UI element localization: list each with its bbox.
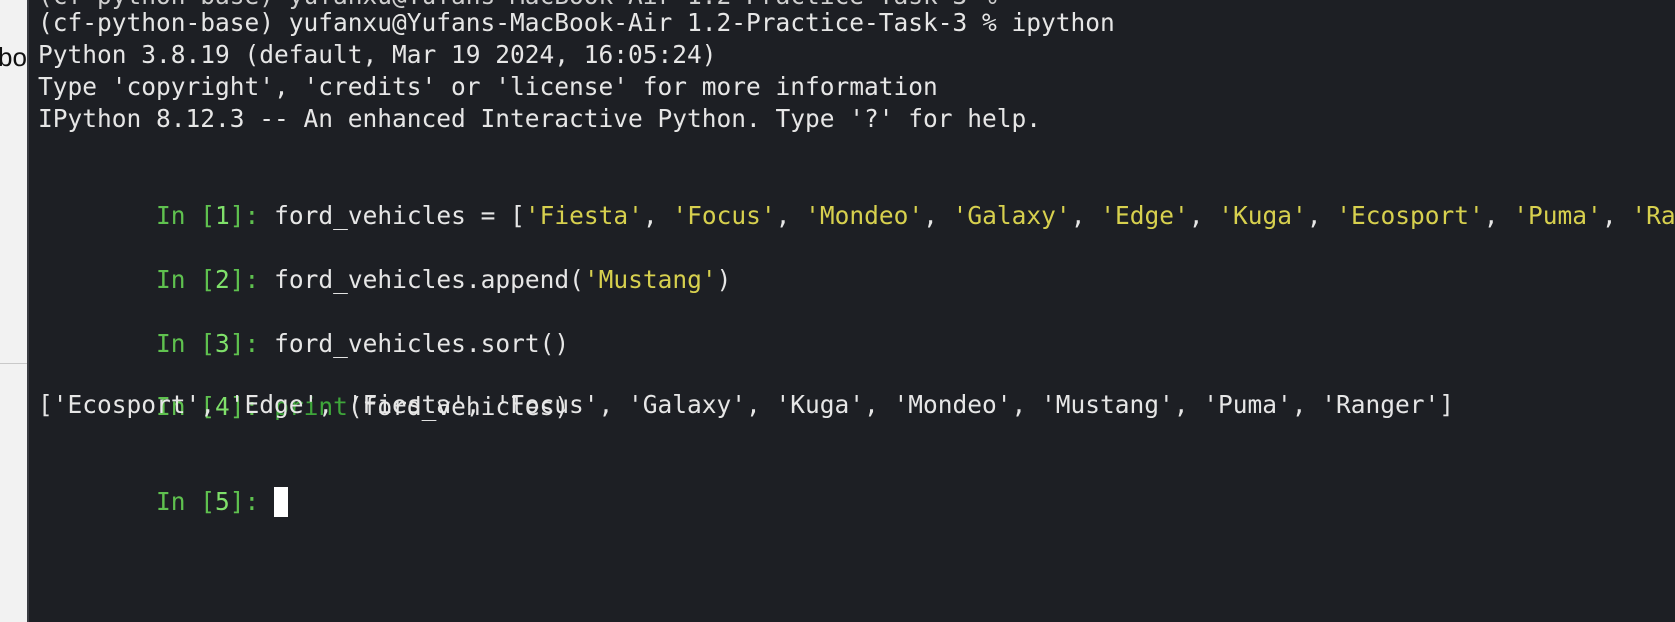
- code-text: ford_vehicles.append(: [274, 265, 584, 294]
- separator: ,: [1483, 201, 1514, 230]
- prompt-suffix: ]:: [229, 265, 275, 294]
- prompt-number: 3: [215, 329, 230, 358]
- input-line-2: In [2]: ford_vehicles.append('Mustang'): [38, 229, 731, 294]
- string-literal: 'Galaxy': [952, 201, 1071, 230]
- banner-line-copyright: Type 'copyright', 'credits' or 'license'…: [38, 72, 938, 101]
- code-text: ): [716, 265, 732, 294]
- separator: ,: [1070, 201, 1101, 230]
- terminal-window[interactable]: (cf-python-base) yufanxu@Yufans-MacBook-…: [27, 0, 1675, 622]
- prompt-number: 2: [215, 265, 230, 294]
- string-literal: 'Edge': [1100, 201, 1189, 230]
- string-literal: 'Puma': [1513, 201, 1602, 230]
- shell-command-line: (cf-python-base) yufanxu@Yufans-MacBook-…: [38, 8, 1115, 37]
- separator: ,: [1601, 201, 1632, 230]
- input-line-5[interactable]: In [5]:: [38, 451, 289, 517]
- code-text: ford_vehicles = [: [274, 201, 525, 230]
- text-cursor[interactable]: [274, 486, 289, 517]
- screen: boo (cf-python-base) yufanxu@Yufans-MacB…: [0, 0, 1675, 622]
- input-line-1: In [1]: ford_vehicles = ['Fiesta', 'Focu…: [38, 165, 1675, 230]
- background-divider: [0, 363, 27, 364]
- prompt-suffix: ]:: [229, 329, 275, 358]
- prompt-prefix: In [: [156, 201, 216, 230]
- prompt-number: 5: [215, 487, 230, 516]
- string-literal: 'Mustang': [583, 265, 717, 294]
- banner-line-python-version: Python 3.8.19 (default, Mar 19 2024, 16:…: [38, 40, 717, 69]
- string-literal: 'Ranger': [1631, 201, 1675, 230]
- string-literal: 'Focus': [672, 201, 776, 230]
- prompt-suffix: ]:: [229, 201, 275, 230]
- banner-line-ipython-version: IPython 8.12.3 -- An enhanced Interactiv…: [38, 104, 1042, 133]
- output-line-4: ['Ecosport', 'Edge', 'Fiesta', 'Focus', …: [38, 390, 1455, 419]
- background-app-text: boo: [0, 42, 27, 72]
- input-line-3: In [3]: ford_vehicles.sort(): [38, 293, 569, 358]
- prompt-suffix: ]:: [229, 487, 275, 516]
- string-literal: 'Mondeo': [805, 201, 924, 230]
- string-literal: 'Kuga': [1218, 201, 1307, 230]
- string-literal: 'Ecosport': [1336, 201, 1484, 230]
- separator: ,: [1188, 201, 1219, 230]
- background-app-window: boo: [0, 0, 27, 622]
- prompt-prefix: In [: [156, 265, 216, 294]
- input-line-4: In [4]: print(ford_vehicles): [38, 356, 569, 421]
- prompt-prefix: In [: [156, 329, 216, 358]
- separator: ,: [642, 201, 673, 230]
- prompt-prefix: In [: [156, 487, 216, 516]
- prompt-number: 1: [215, 201, 230, 230]
- separator: ,: [775, 201, 806, 230]
- separator: ,: [923, 201, 953, 230]
- separator: ,: [1306, 201, 1337, 230]
- code-text: ford_vehicles.sort(): [274, 329, 570, 358]
- string-literal: 'Fiesta': [524, 201, 643, 230]
